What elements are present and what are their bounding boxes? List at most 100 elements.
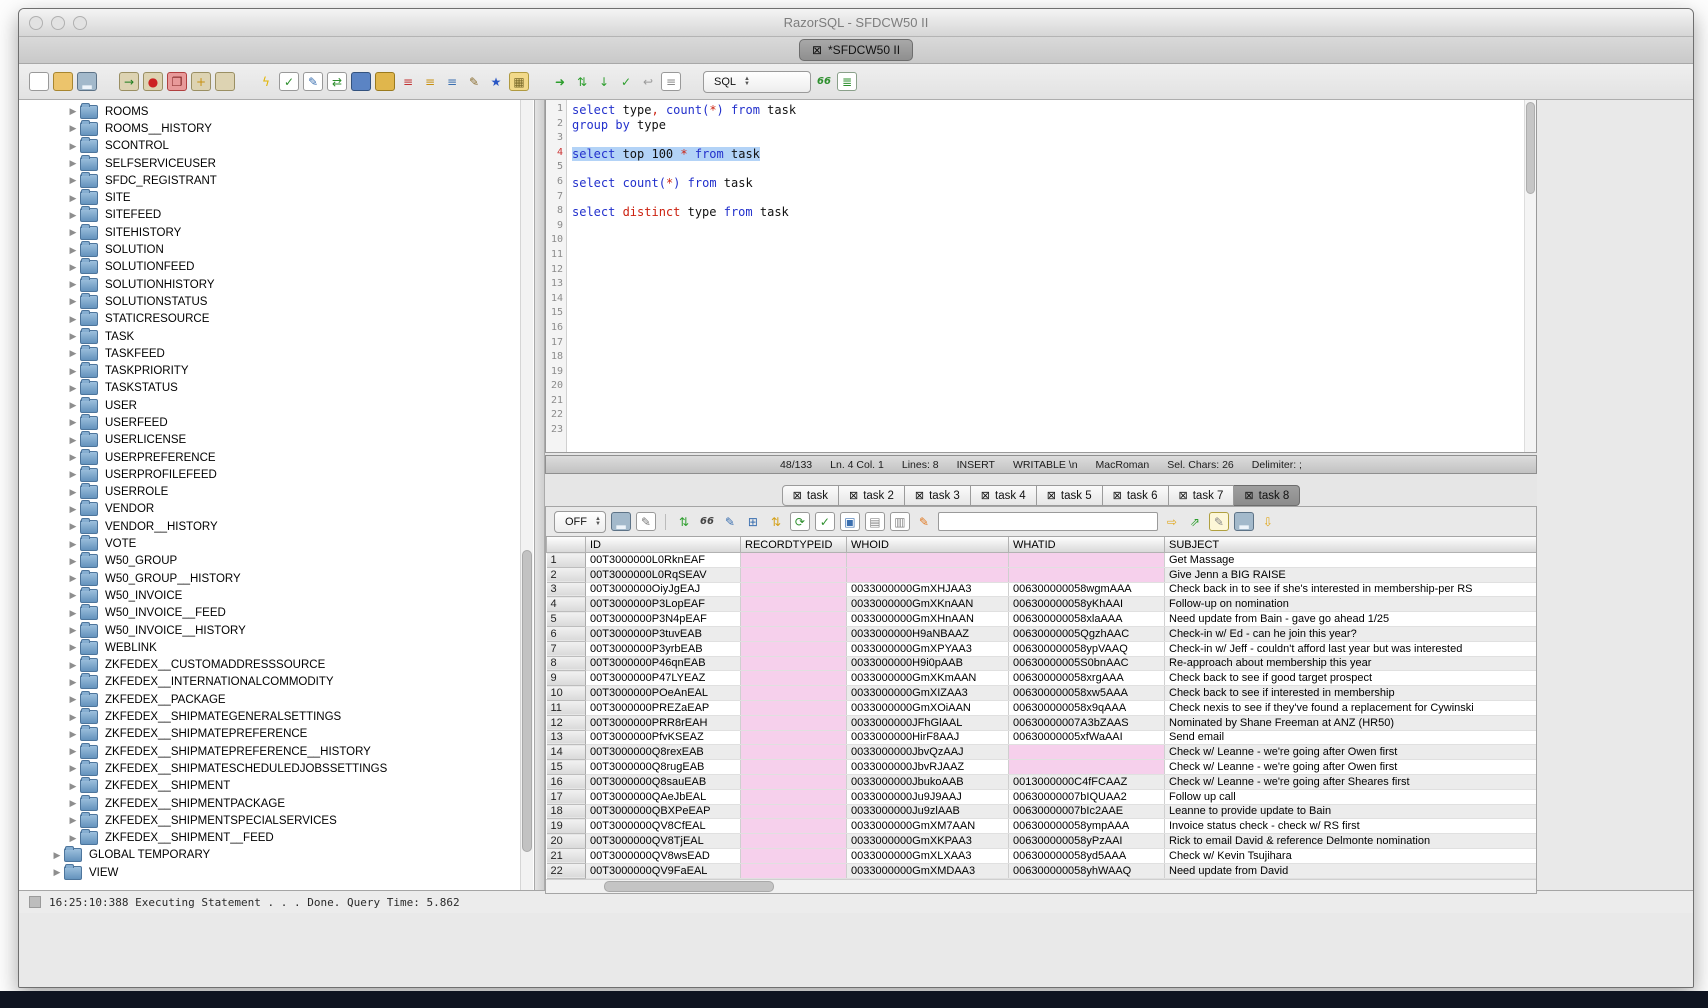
tree-item-solutionhistory[interactable]: ▶SOLUTIONHISTORY — [19, 276, 534, 293]
recordtypeid-cell[interactable] — [741, 686, 847, 701]
notes-icon[interactable]: ✎ — [1209, 512, 1229, 531]
column-list-icon[interactable]: ✓ — [815, 512, 835, 531]
disclosure-triangle-icon[interactable]: ▶ — [66, 210, 80, 221]
results-table[interactable]: IDRECORDTYPEIDWHOIDWHATIDSUBJECTAC100T30… — [546, 537, 1537, 879]
recordtypeid-cell[interactable] — [741, 745, 847, 760]
whatid-cell[interactable]: 006300000058yPzAAI — [1009, 834, 1165, 849]
disclosure-triangle-icon[interactable]: ▶ — [66, 262, 80, 273]
id-cell[interactable]: 00T3000000QV9FaEAL — [586, 863, 741, 878]
disconnect-database-icon[interactable]: ● — [143, 72, 163, 91]
whatid-cell[interactable]: 006300000058yd5AAA — [1009, 848, 1165, 863]
disclosure-triangle-icon[interactable]: ▶ — [66, 366, 80, 377]
recordtypeid-cell[interactable] — [741, 700, 847, 715]
tree-item-w50-invoice-feed[interactable]: ▶W50_INVOICE__FEED — [19, 605, 534, 622]
table-row[interactable]: 600T3000000P3tuvEAB0033000000H9aNBAAZ006… — [547, 626, 1538, 641]
row-number-cell[interactable]: 14 — [547, 745, 586, 760]
table-row[interactable]: 1200T3000000PRR8rEAH0033000000JFhGlAAL00… — [547, 715, 1538, 730]
disclosure-triangle-icon[interactable]: ▶ — [66, 487, 80, 498]
tree-item-taskfeed[interactable]: ▶TASKFEED — [19, 345, 534, 362]
code-line-2[interactable]: group by type — [572, 118, 1536, 133]
save-file-icon[interactable]: ▂ — [77, 72, 97, 91]
tree-item-zkfedex-shipmentspecialservices[interactable]: ▶ZKFEDEX__SHIPMENTSPECIALSERVICES — [19, 812, 534, 829]
whoid-cell[interactable]: 0033000000H9i0pAAB — [847, 656, 1009, 671]
table-row[interactable]: 1300T3000000PfvKSEAZ0033000000HirF8AAJ00… — [547, 730, 1538, 745]
subject-cell[interactable]: Check nexis to see if they've found a re… — [1165, 700, 1538, 715]
tree-item-solutionfeed[interactable]: ▶SOLUTIONFEED — [19, 259, 534, 276]
table-row[interactable]: 1800T3000000QBXPeEAP0033000000Ju9zlAAB00… — [547, 804, 1538, 819]
sql-editor[interactable]: 1234567891011121314151617181920212223 se… — [545, 100, 1537, 453]
column-header-id[interactable]: ID — [586, 537, 741, 553]
tree-item-taskpriority[interactable]: ▶TASKPRIORITY — [19, 362, 534, 379]
results-tab-task-3[interactable]: ⊠task 3 — [905, 485, 971, 506]
whatid-cell[interactable]: 00630000007bIQUAA2 — [1009, 789, 1165, 804]
code-line-19[interactable] — [572, 366, 1536, 381]
code-line-9[interactable] — [572, 220, 1536, 235]
code-line-17[interactable] — [572, 337, 1536, 352]
row-number-cell[interactable]: 5 — [547, 612, 586, 627]
disclosure-triangle-icon[interactable]: ▶ — [66, 625, 80, 636]
tree-item-w50-group[interactable]: ▶W50_GROUP — [19, 553, 534, 570]
disclosure-triangle-icon[interactable]: ▶ — [66, 331, 80, 342]
disclosure-triangle-icon[interactable]: ▶ — [66, 158, 80, 169]
whatid-cell[interactable] — [1009, 567, 1165, 582]
tree-item-rooms[interactable]: ▶ROOMS — [19, 103, 534, 120]
code-line-6[interactable]: select count(*) from task — [572, 176, 1536, 191]
open-file-icon[interactable] — [53, 72, 73, 91]
recordtypeid-cell[interactable] — [741, 834, 847, 849]
whoid-cell[interactable]: 0033000000GmXHnAAN — [847, 612, 1009, 627]
favorites-icon[interactable]: ★ — [487, 73, 505, 90]
whatid-cell[interactable] — [1009, 745, 1165, 760]
tree-item-vendor[interactable]: ▶VENDOR — [19, 501, 534, 518]
disclosure-triangle-icon[interactable]: ▶ — [66, 279, 80, 290]
tree-item-solution[interactable]: ▶SOLUTION — [19, 241, 534, 258]
whoid-cell[interactable]: 0033000000GmXMDAA3 — [847, 863, 1009, 878]
tree-item-task[interactable]: ▶TASK — [19, 328, 534, 345]
id-cell[interactable]: 00T3000000QBXPeEAP — [586, 804, 741, 819]
tree-item-sitefeed[interactable]: ▶SITEFEED — [19, 207, 534, 224]
disclosure-triangle-icon[interactable]: ▶ — [66, 642, 80, 653]
tree-item-userfeed[interactable]: ▶USERFEED — [19, 414, 534, 431]
tree-item-scontrol[interactable]: ▶SCONTROL — [19, 138, 534, 155]
recordtypeid-cell[interactable] — [741, 819, 847, 834]
tree-item-selfserviceuser[interactable]: ▶SELFSERVICEUSER — [19, 155, 534, 172]
align-list-icon[interactable]: ≡ — [443, 73, 461, 90]
row-number-cell[interactable]: 2 — [547, 567, 586, 582]
disclosure-triangle-icon[interactable]: ▶ — [66, 504, 80, 515]
code-line-7[interactable] — [572, 191, 1536, 206]
auto-commit-select-stepper-icon[interactable]: ▲▼ — [595, 517, 601, 527]
whoid-cell[interactable]: 0033000000GmXPYAA3 — [847, 641, 1009, 656]
table-row[interactable]: 1500T3000000Q8rugEAB0033000000JbvRJAAZCh… — [547, 760, 1538, 775]
row-number-cell[interactable]: 16 — [547, 774, 586, 789]
subject-cell[interactable]: Check-in w/ Ed - can he join this year? — [1165, 626, 1538, 641]
subject-cell[interactable]: Check back to see if good target prospec… — [1165, 671, 1538, 686]
whatid-cell[interactable]: 00630000005QgzhAAC — [1009, 626, 1165, 641]
subject-cell[interactable]: Nominated by Shane Freeman at ANZ (HR50) — [1165, 715, 1538, 730]
save-grid-icon[interactable]: ▂ — [1234, 512, 1254, 531]
close-tab-icon[interactable]: ⊠ — [1179, 489, 1188, 502]
code-line-21[interactable] — [572, 395, 1536, 410]
code-line-16[interactable] — [572, 322, 1536, 337]
id-cell[interactable]: 00T3000000P46qnEAB — [586, 656, 741, 671]
close-tab-icon[interactable]: ⊠ — [793, 489, 802, 502]
tree-item-zkfedex-internationalcommodity[interactable]: ▶ZKFEDEX__INTERNATIONALCOMMODITY — [19, 674, 534, 691]
results-tab-task-4[interactable]: ⊠task 4 — [971, 485, 1037, 506]
disclosure-triangle-icon[interactable]: ▶ — [66, 815, 80, 826]
whatid-cell[interactable]: 006300000058yhWAAQ — [1009, 863, 1165, 878]
sql-mode-select-stepper-icon[interactable]: ▲▼ — [744, 77, 750, 87]
subject-cell[interactable]: Follow up call — [1165, 789, 1538, 804]
download-icon[interactable]: ⇩ — [1259, 513, 1277, 530]
new-connection-icon[interactable]: + — [191, 72, 211, 91]
id-cell[interactable]: 00T3000000Q8rugEAB — [586, 760, 741, 775]
row-number-cell[interactable]: 3 — [547, 582, 586, 597]
search-next-icon[interactable]: ⇨ — [1163, 513, 1181, 530]
table-row[interactable]: 2100T3000000QV8wsEAD0033000000GmXLXAA300… — [547, 848, 1538, 863]
tree-item-userprofilefeed[interactable]: ▶USERPROFILEFEED — [19, 466, 534, 483]
tree-item-rooms-history[interactable]: ▶ROOMS__HISTORY — [19, 120, 534, 137]
disclosure-triangle-icon[interactable]: ▶ — [66, 729, 80, 740]
tree-item-zkfedex-shipment[interactable]: ▶ZKFEDEX__SHIPMENT — [19, 778, 534, 795]
recordtypeid-cell[interactable] — [741, 789, 847, 804]
results-tab-task-2[interactable]: ⊠task 2 — [839, 485, 905, 506]
code-line-3[interactable] — [572, 132, 1536, 147]
code-line-5[interactable] — [572, 161, 1536, 176]
disclosure-triangle-icon[interactable]: ▶ — [66, 348, 80, 359]
